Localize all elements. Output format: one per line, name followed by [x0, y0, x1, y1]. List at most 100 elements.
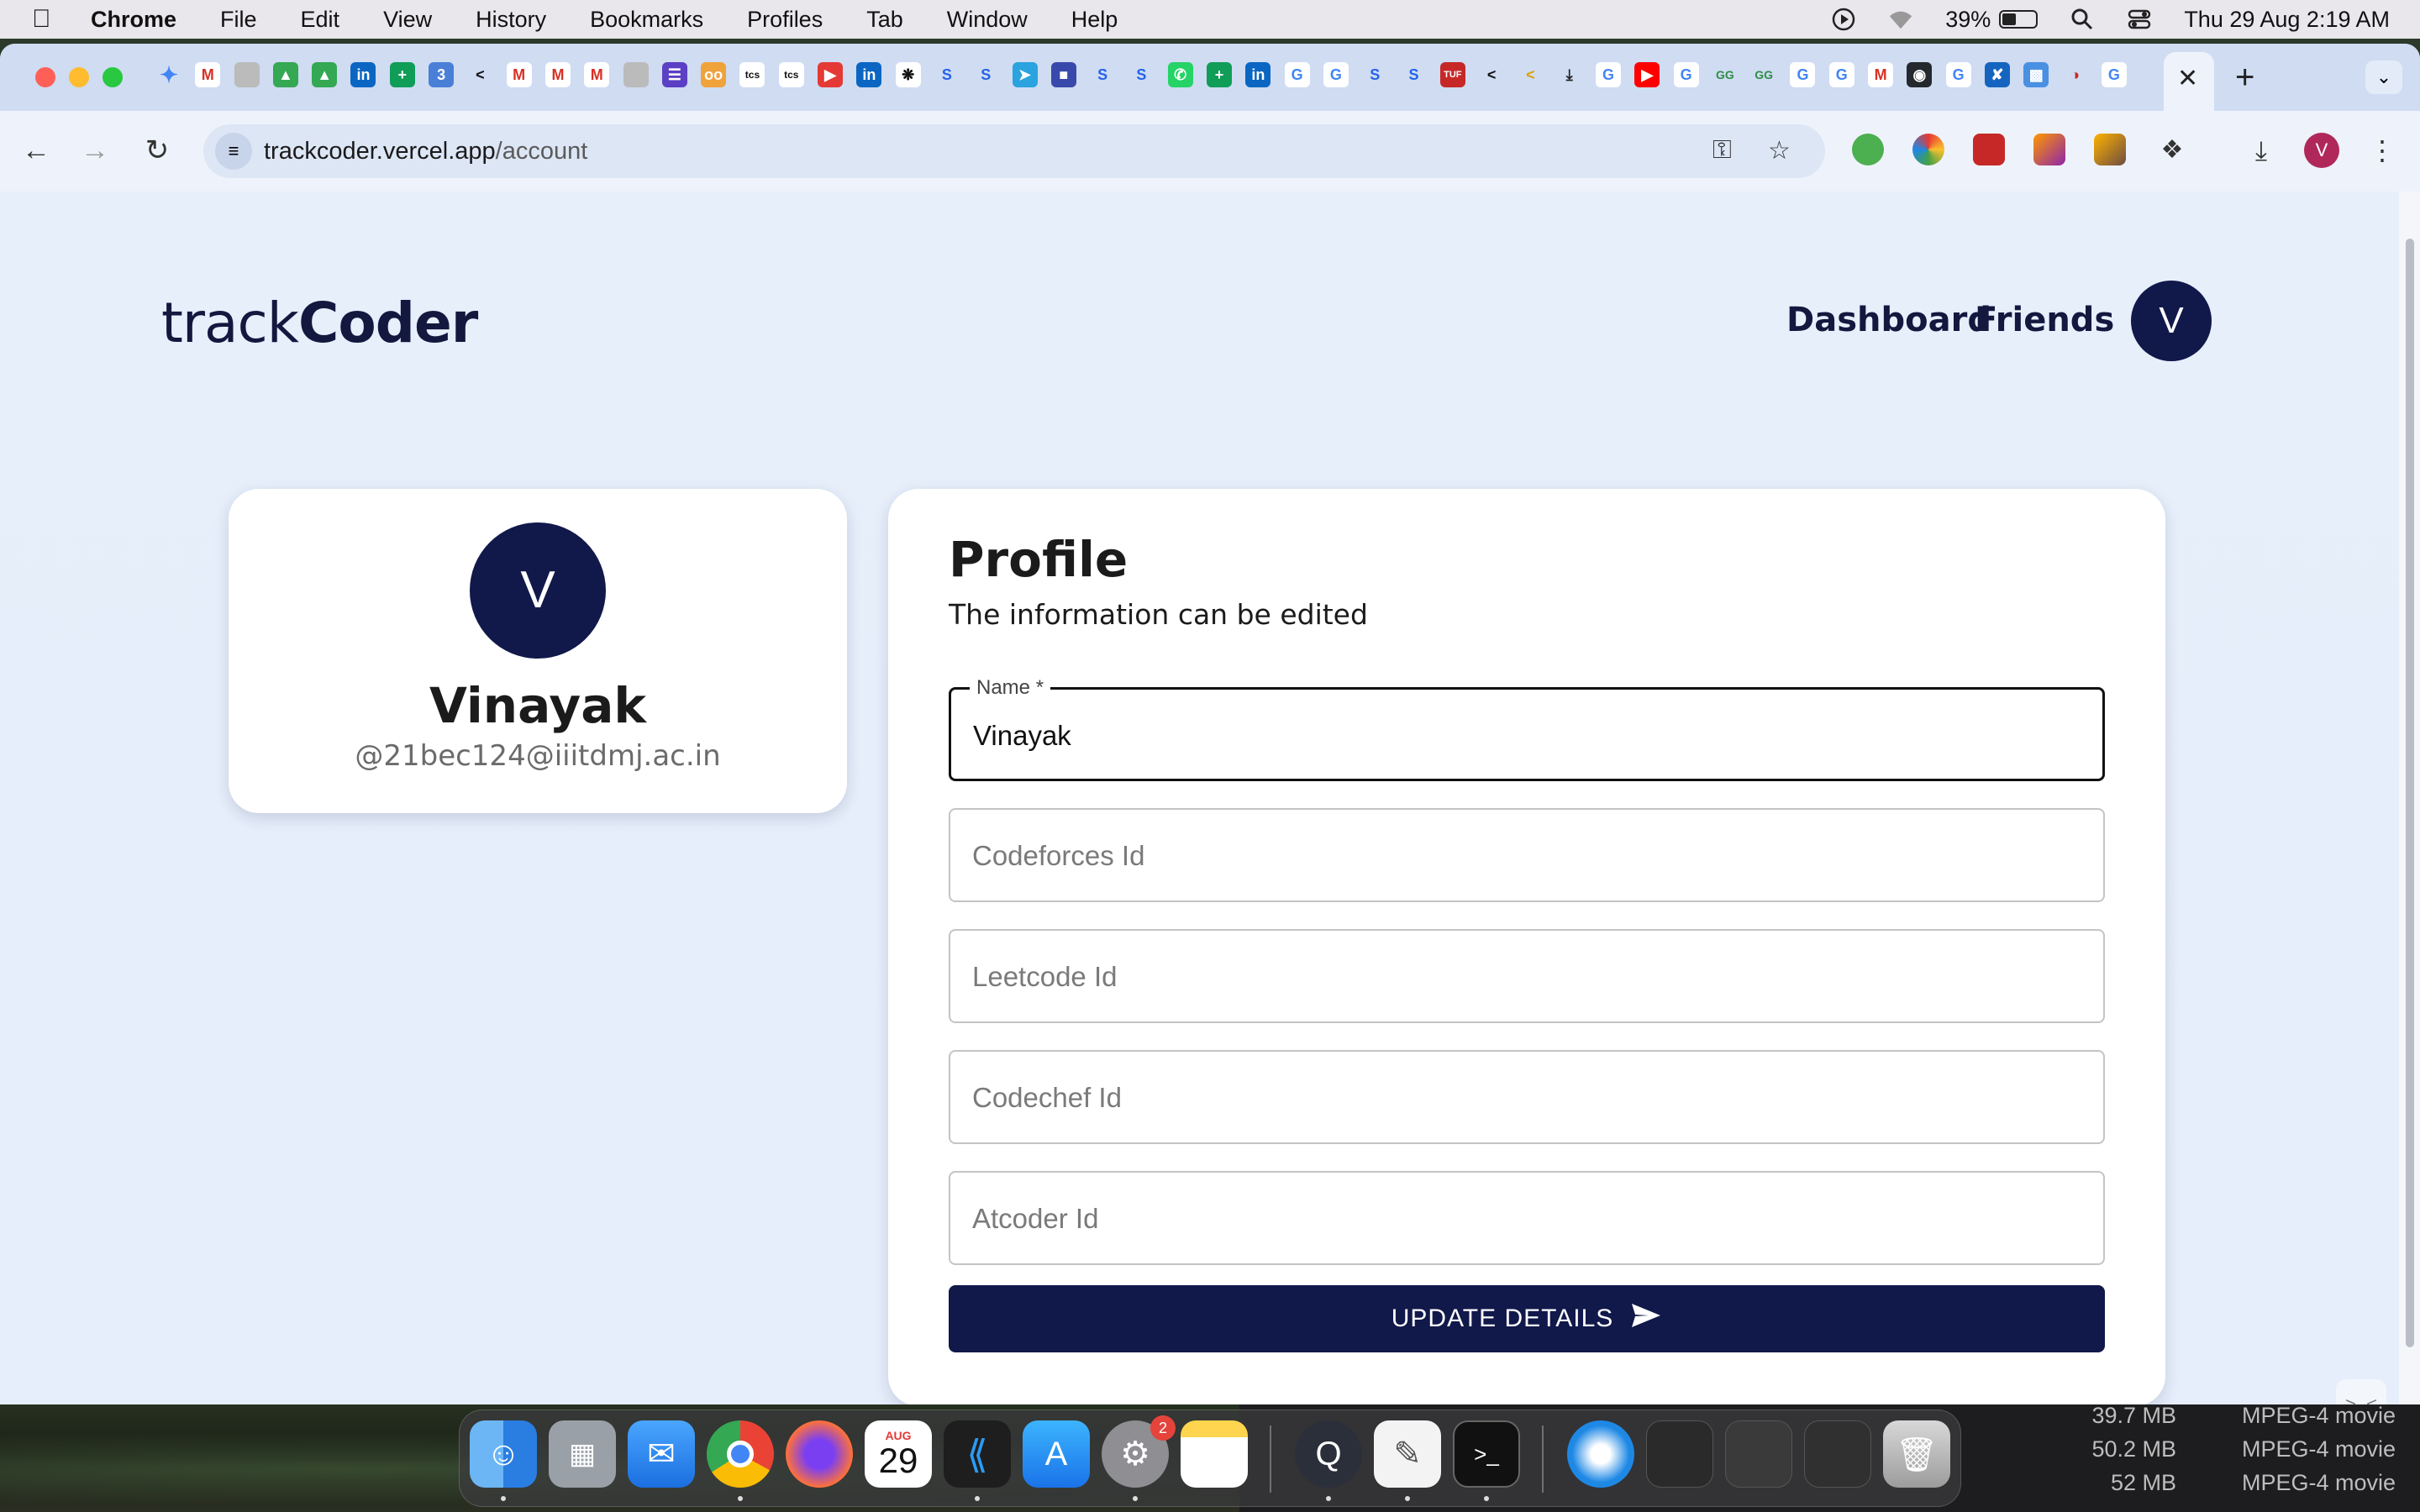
- google-tab-icon[interactable]: G: [1828, 62, 1854, 87]
- linkedin-tab-icon[interactable]: in: [350, 62, 376, 87]
- drive-tab-icon[interactable]: ▲: [312, 62, 338, 87]
- tcs-tab-icon[interactable]: tcs: [739, 62, 765, 87]
- vscode-icon[interactable]: ⟪: [944, 1420, 1011, 1488]
- s-tab-icon[interactable]: S: [934, 62, 960, 87]
- quicktime-icon[interactable]: Q: [1295, 1420, 1362, 1488]
- back-button[interactable]: ←: [15, 129, 57, 171]
- gfg-tab-icon[interactable]: GG: [1712, 62, 1738, 87]
- menu-profiles[interactable]: Profiles: [747, 7, 823, 33]
- codechef-id-input[interactable]: [972, 1077, 2081, 1119]
- play-icon[interactable]: [1831, 7, 1856, 32]
- safari-icon[interactable]: [1567, 1420, 1634, 1488]
- spotlight-search-icon[interactable]: [2070, 7, 2095, 32]
- tab-active[interactable]: ✕: [2164, 52, 2214, 111]
- youtube-tab-icon[interactable]: ▶: [1634, 62, 1660, 87]
- menubar-clock[interactable]: Thu 29 Aug 2:19 AM: [2184, 7, 2390, 33]
- tuf-tab-icon[interactable]: TUF: [1439, 62, 1465, 87]
- leetcode-id-input[interactable]: [972, 956, 2081, 998]
- google-tab-icon[interactable]: G: [1945, 62, 1971, 87]
- update-details-button[interactable]: UPDATE DETAILS: [949, 1285, 2105, 1352]
- google-tab-icon[interactable]: G: [2101, 62, 2127, 87]
- sheets-tab-icon[interactable]: +: [389, 62, 415, 87]
- google-tab-icon[interactable]: G: [1673, 62, 1699, 87]
- menu-tab[interactable]: Tab: [866, 7, 903, 33]
- download-tab-icon[interactable]: ⤓: [1557, 62, 1582, 87]
- s-tab-icon[interactable]: S: [1362, 62, 1387, 87]
- s-tab-icon[interactable]: S: [1402, 62, 1427, 87]
- telegram-tab-icon[interactable]: ➤: [1012, 62, 1038, 87]
- drive-tab-icon[interactable]: ▲: [272, 62, 298, 87]
- browser-menu-icon[interactable]: ⋮: [2361, 129, 2403, 171]
- loading-tab-icon[interactable]: [234, 62, 260, 87]
- gmail-tab-icon[interactable]: M: [195, 62, 221, 87]
- password-key-icon[interactable]: ⚿: [1712, 136, 1732, 165]
- control-center-icon[interactable]: [2127, 7, 2152, 32]
- tab-icon-blue[interactable]: ✘: [1984, 62, 2010, 87]
- extensions-puzzle-icon[interactable]: ❖: [2151, 129, 2193, 171]
- menu-edit[interactable]: Edit: [301, 7, 340, 33]
- sheets-tab-icon[interactable]: +: [1207, 62, 1233, 87]
- forward-button[interactable]: →: [74, 129, 116, 171]
- system-settings-icon[interactable]: ⚙ 2: [1102, 1415, 1176, 1488]
- window-thumbnail[interactable]: [1725, 1420, 1792, 1488]
- gauge-tab-icon[interactable]: ◑: [2063, 62, 2088, 87]
- extension-color-icon[interactable]: [1912, 134, 1944, 165]
- finder-icon[interactable]: ☺: [470, 1420, 537, 1488]
- tab-icon-orange[interactable]: oo: [701, 62, 727, 87]
- app-store-icon[interactable]: A: [1023, 1420, 1090, 1488]
- linkedin-tab-icon[interactable]: in: [1245, 62, 1271, 87]
- close-window-button[interactable]: [35, 67, 55, 87]
- menu-bookmarks[interactable]: Bookmarks: [590, 7, 703, 33]
- nav-friends-link[interactable]: Friends: [1975, 301, 2114, 339]
- chatgpt-tab-icon[interactable]: ❋: [895, 62, 921, 87]
- menu-history[interactable]: History: [476, 7, 546, 33]
- gmail-tab-icon[interactable]: M: [1868, 62, 1894, 87]
- downloads-icon[interactable]: ⤓: [2240, 129, 2282, 171]
- s-tab-icon[interactable]: S: [973, 62, 998, 87]
- bookmark-star-icon[interactable]: ☆: [1768, 136, 1791, 165]
- site-logo[interactable]: trackCoder: [161, 291, 478, 355]
- google-tab-icon[interactable]: G: [1790, 62, 1816, 87]
- gfg-tab-icon[interactable]: GG: [1751, 62, 1776, 87]
- calendar-icon[interactable]: AUG 29: [865, 1420, 932, 1488]
- window-thumbnail[interactable]: [1646, 1420, 1713, 1488]
- extension-pen-icon[interactable]: [2094, 134, 2126, 165]
- window-thumbnail[interactable]: [1804, 1420, 1871, 1488]
- menu-help[interactable]: Help: [1071, 7, 1118, 33]
- site-info-icon[interactable]: ≡: [215, 133, 252, 170]
- apple-menu-icon[interactable]: : [32, 5, 74, 34]
- atcoder-id-input[interactable]: [972, 1198, 2081, 1240]
- battery-status[interactable]: 39%: [1945, 7, 2039, 33]
- gmail-tab-icon[interactable]: M: [544, 62, 571, 87]
- tab-icon-3[interactable]: 3: [429, 62, 455, 87]
- new-tab-button[interactable]: +: [2235, 59, 2254, 97]
- menu-view[interactable]: View: [383, 7, 432, 33]
- codeforces-id-input[interactable]: [972, 835, 2081, 877]
- youtube-music-tab-icon[interactable]: ▶: [818, 62, 844, 87]
- notes-icon[interactable]: [1181, 1420, 1248, 1488]
- firefox-icon[interactable]: [786, 1420, 853, 1488]
- github-tab-icon[interactable]: ◉: [1907, 62, 1933, 87]
- s-tab-icon[interactable]: S: [1128, 62, 1154, 87]
- menu-window[interactable]: Window: [947, 7, 1028, 33]
- whatsapp-tab-icon[interactable]: ✆: [1167, 62, 1193, 87]
- textedit-icon[interactable]: ✎: [1374, 1420, 1441, 1488]
- account-avatar[interactable]: V: [2131, 281, 2212, 361]
- nav-dashboard-link[interactable]: Dashboard: [1786, 301, 1991, 339]
- gemini-tab-icon[interactable]: ✦: [156, 62, 182, 87]
- menu-file[interactable]: File: [220, 7, 257, 33]
- mail-icon[interactable]: ✉: [628, 1420, 695, 1488]
- address-bar[interactable]: ≡ trackcoder.vercel.app/account ⚿ ☆: [203, 124, 1825, 178]
- wifi-icon[interactable]: [1888, 7, 1913, 32]
- extension-red-icon[interactable]: [1973, 134, 2005, 165]
- tab-icon-blue[interactable]: ▩: [2023, 62, 2049, 87]
- forms-tab-icon[interactable]: ☰: [661, 62, 687, 87]
- tcs-tab-icon[interactable]: tcs: [778, 62, 804, 87]
- chevron-tab-icon[interactable]: <: [467, 62, 492, 87]
- dev-tools-badge-icon[interactable]: >_<: [2336, 1379, 2386, 1404]
- linkedin-tab-icon[interactable]: in: [856, 62, 882, 87]
- extension-paint-icon[interactable]: [2033, 134, 2065, 165]
- tab-icon-blue[interactable]: ■: [1050, 62, 1076, 87]
- chevron-tab-icon[interactable]: <: [1479, 62, 1504, 87]
- minimize-window-button[interactable]: [69, 67, 89, 87]
